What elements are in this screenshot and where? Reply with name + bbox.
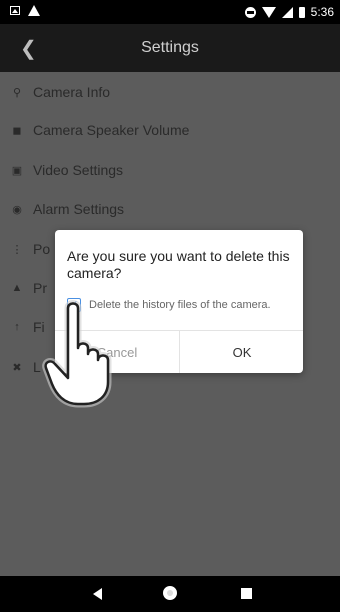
settings-item-label: Video Settings bbox=[33, 162, 124, 178]
wifi-icon bbox=[261, 6, 276, 18]
system-nav-bar bbox=[0, 576, 340, 612]
video-icon: ▣ bbox=[11, 164, 23, 177]
pointing-hand-icon bbox=[42, 300, 112, 408]
settings-item-video-settings[interactable]: ▣ Video Settings bbox=[0, 150, 340, 190]
settings-item-camera-info[interactable]: ⚲ Camera Info bbox=[0, 72, 340, 112]
close-circle-icon: ✖ bbox=[12, 361, 22, 374]
alarm-icon: ◉ bbox=[12, 203, 22, 216]
settings-item-label: Po bbox=[33, 241, 51, 257]
ok-button[interactable]: OK bbox=[180, 331, 304, 373]
camera-icon: ⚲ bbox=[12, 86, 22, 99]
settings-item-speaker-volume[interactable]: ◼ Camera Speaker Volume bbox=[0, 110, 340, 150]
settings-item-alarm-settings[interactable]: ◉ Alarm Settings bbox=[0, 189, 340, 229]
image-notification-icon bbox=[10, 6, 20, 15]
speaker-icon: ◼ bbox=[12, 124, 22, 137]
power-icon: ⋮ bbox=[11, 243, 23, 256]
recents-icon[interactable] bbox=[241, 588, 252, 599]
signal-icon bbox=[281, 6, 293, 18]
do-not-disturb-icon bbox=[244, 6, 256, 18]
dialog-message: Are you sure you want to delete this cam… bbox=[67, 248, 290, 281]
status-time: 5:36 bbox=[310, 5, 334, 19]
upload-icon: ↑ bbox=[14, 321, 20, 333]
settings-item-label: Pr bbox=[33, 280, 47, 296]
settings-item-label: Camera Info bbox=[33, 84, 111, 100]
settings-item-label: Camera Speaker Volume bbox=[33, 122, 190, 138]
settings-item-label: Alarm Settings bbox=[33, 201, 125, 217]
app-bar: ❮ Settings bbox=[0, 24, 340, 72]
back-icon[interactable] bbox=[93, 588, 102, 600]
home-icon[interactable] bbox=[163, 586, 177, 600]
status-bar: 5:36 bbox=[0, 0, 340, 24]
warning-notification-icon bbox=[28, 5, 40, 16]
warning-icon: ▲ bbox=[11, 282, 23, 294]
page-title: Settings bbox=[141, 39, 199, 56]
battery-icon bbox=[298, 6, 305, 18]
